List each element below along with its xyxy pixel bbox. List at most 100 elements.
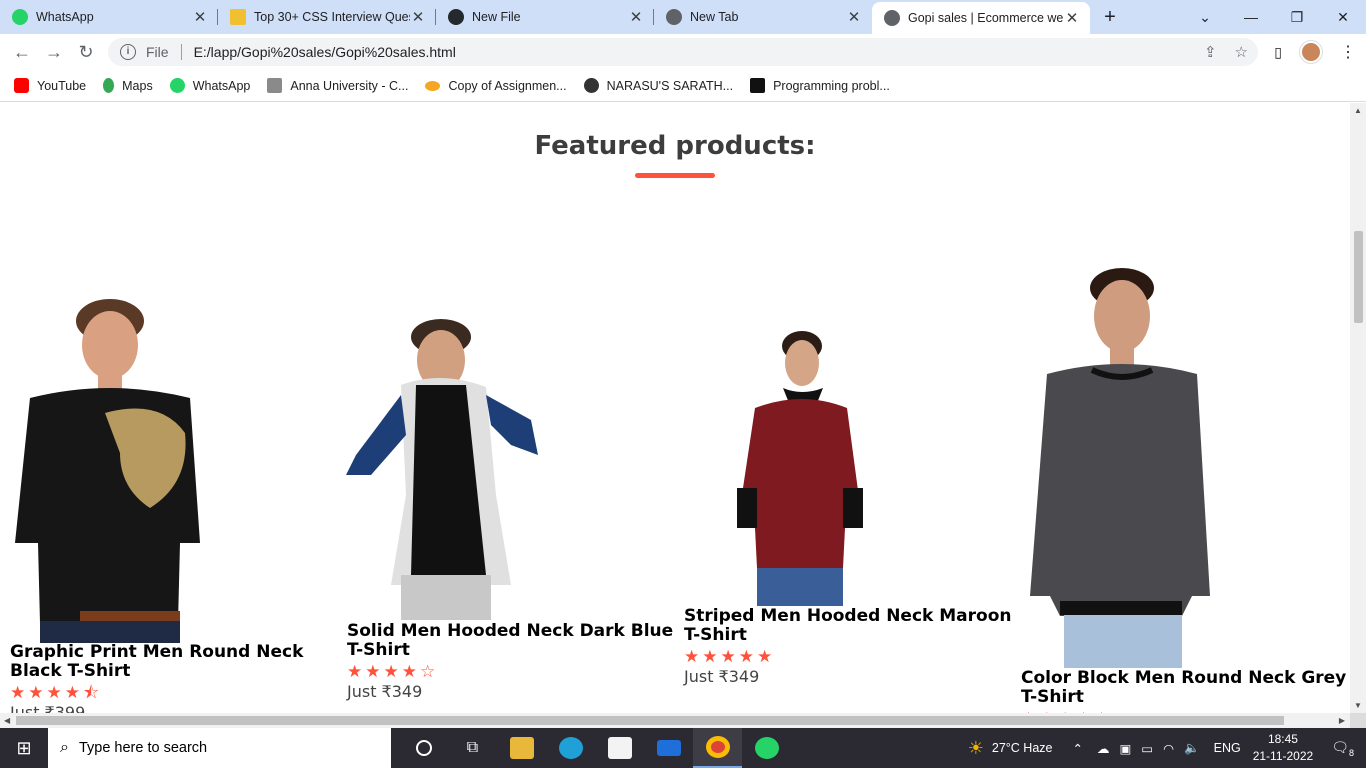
whatsapp-taskbar-icon[interactable] [742,728,791,768]
maps-icon [103,78,115,93]
close-icon[interactable]: ✕ [628,8,644,26]
star-rating: ★★★★☆ [347,662,439,681]
volume-icon[interactable]: 🔈 [1184,741,1200,756]
notifications-icon[interactable]: 🗨8 [1331,739,1354,758]
taskbar-search[interactable]: ⌕ Type here to search [48,728,391,768]
forward-arrow-icon[interactable]: → [38,42,70,63]
bookmark-assignment[interactable]: Copy of Assignmen... [425,78,567,93]
product-name[interactable]: Solid Men Hooded Neck Dark Blue T-Shirt [347,622,677,660]
product-name[interactable]: Graphic Print Men Round Neck Black T-Shi… [10,643,340,681]
youtube-icon [14,78,29,93]
weather-icon[interactable]: ☀ [968,738,984,759]
restore-button[interactable]: ❐ [1274,9,1320,26]
windows-taskbar: ⊞ ⌕ Type here to search ⧉ ☀ 27°C Haze ⌃ … [0,728,1366,768]
tab-new-file[interactable]: New File ✕ [436,0,654,34]
product-card[interactable]: Graphic Print Men Round Neck Black T-Shi… [10,643,340,714]
product-image[interactable] [346,315,541,620]
new-tab-button[interactable]: + [1090,6,1130,29]
product-name[interactable]: Striped Men Hooded Neck Maroon T-Shirt [684,607,1014,645]
product-card[interactable]: Striped Men Hooded Neck Maroon T-Shirt ★… [684,607,1014,687]
product-card[interactable]: Solid Men Hooded Neck Dark Blue T-Shirt … [347,622,677,702]
section-title: Featured products: [534,131,816,161]
toolbar-right: ▯ ⋮ [1274,34,1356,70]
tab-new-tab[interactable]: New Tab ✕ [654,0,872,34]
bookmark-youtube[interactable]: YouTube [14,78,86,93]
bookmark-label: YouTube [37,78,87,93]
horizontal-scroll-thumb[interactable] [16,716,1284,725]
chrome-icon [666,9,682,25]
notification-count: 8 [1348,747,1354,758]
bookmark-label: Copy of Assignmen... [448,78,567,93]
taskbar-apps: ⧉ [399,728,791,768]
menu-icon[interactable]: ⋮ [1340,42,1356,62]
language-indicator[interactable]: ENG [1214,741,1241,755]
clock[interactable]: 18:45 21-11-2022 [1253,731,1314,765]
product-image[interactable] [1022,266,1212,668]
edge-icon[interactable] [546,728,595,768]
horizontal-scrollbar[interactable]: ◀ ▶ [0,713,1350,728]
bookmark-maps[interactable]: Maps [103,78,153,93]
bookmark-programming[interactable]: Programming probl... [750,78,890,93]
window-controls: ⌄ — ❐ ✕ [1182,0,1366,34]
info-icon[interactable]: i [120,44,136,60]
task-view-icon[interactable]: ⧉ [448,728,497,768]
tab-search-icon[interactable]: ⌄ [1182,9,1228,26]
product-image[interactable] [10,293,205,643]
vertical-scrollbar[interactable]: ▲ ▼ [1350,103,1366,713]
product-card[interactable]: Color Block Men Round Neck Grey T-Shirt … [1021,669,1350,714]
minimize-button[interactable]: — [1228,9,1274,25]
bookmark-narasus[interactable]: NARASU'S SARATH... [583,78,733,93]
scroll-left-arrow-icon[interactable]: ◀ [4,716,10,725]
close-icon[interactable]: ✕ [192,8,208,26]
mail-icon[interactable] [644,728,693,768]
bookmark-label: Maps [122,78,153,93]
star-rating: ★★★★⯪ [10,683,103,702]
chevron-up-icon[interactable]: ⌃ [1073,741,1083,756]
battery-icon[interactable]: ▭ [1141,741,1153,756]
github-icon [448,9,464,25]
scroll-right-arrow-icon[interactable]: ▶ [1339,716,1345,725]
product-price: Just ₹399 [10,703,86,713]
reload-icon[interactable]: ↻ [70,42,102,63]
windows-start-icon[interactable]: ⊞ [0,738,48,759]
cortana-icon[interactable] [399,728,448,768]
camera-icon[interactable]: ▣ [1119,741,1131,756]
scroll-up-arrow-icon[interactable]: ▲ [1354,106,1362,115]
address-bar[interactable]: i File E:/lapp/Gopi%20sales/Gopi%20sales… [108,38,1258,66]
side-panel-icon[interactable]: ▯ [1274,44,1282,61]
chrome-taskbar-icon[interactable] [693,728,742,768]
tab-css-interview[interactable]: Top 30+ CSS Interview Quest ✕ [218,0,436,34]
vertical-scroll-thumb[interactable] [1354,231,1363,323]
share-icon[interactable]: ⇪ [1204,43,1217,61]
file-explorer-icon[interactable] [497,728,546,768]
bookmark-whatsapp[interactable]: WhatsApp [169,78,251,93]
wifi-icon[interactable]: ◠ [1163,741,1174,756]
bookmark-label: Anna University - C... [290,78,409,93]
url-text[interactable]: E:/lapp/Gopi%20sales/Gopi%20sales.html [194,44,456,60]
network-drive-icon[interactable]: ☁ [1097,741,1110,756]
tab-title: Top 30+ CSS Interview Quest [254,10,410,24]
product-name[interactable]: Color Block Men Round Neck Grey T-Shirt [1021,669,1350,707]
avatar[interactable] [1300,41,1322,63]
microsoft-store-icon[interactable] [595,728,644,768]
back-arrow-icon[interactable]: ← [6,42,38,63]
scroll-down-arrow-icon[interactable]: ▼ [1354,701,1362,710]
bookmark-label: WhatsApp [192,78,251,93]
close-icon[interactable]: ✕ [846,8,862,26]
tab-whatsapp[interactable]: WhatsApp ✕ [0,0,218,34]
weather-text[interactable]: 27°C Haze [992,741,1053,755]
close-icon[interactable]: ✕ [410,8,426,26]
tab-strip: WhatsApp ✕ Top 30+ CSS Interview Quest ✕… [0,0,1366,34]
bookmark-anna-university[interactable]: Anna University - C... [267,78,408,93]
bookmark-star-icon[interactable]: ☆ [1235,43,1248,61]
tab-title: Gopi sales | Ecommerce webs [908,11,1064,25]
product-price: Just ₹349 [347,682,423,701]
close-window-button[interactable]: ✕ [1320,9,1366,26]
globe-icon [583,78,599,93]
colab-icon [425,80,441,91]
product-image[interactable] [735,328,865,606]
close-icon[interactable]: ✕ [1064,9,1080,27]
whatsapp-icon [169,78,185,93]
tab-gopi-sales[interactable]: Gopi sales | Ecommerce webs ✕ [872,2,1090,34]
scheme-label: File [146,44,169,60]
